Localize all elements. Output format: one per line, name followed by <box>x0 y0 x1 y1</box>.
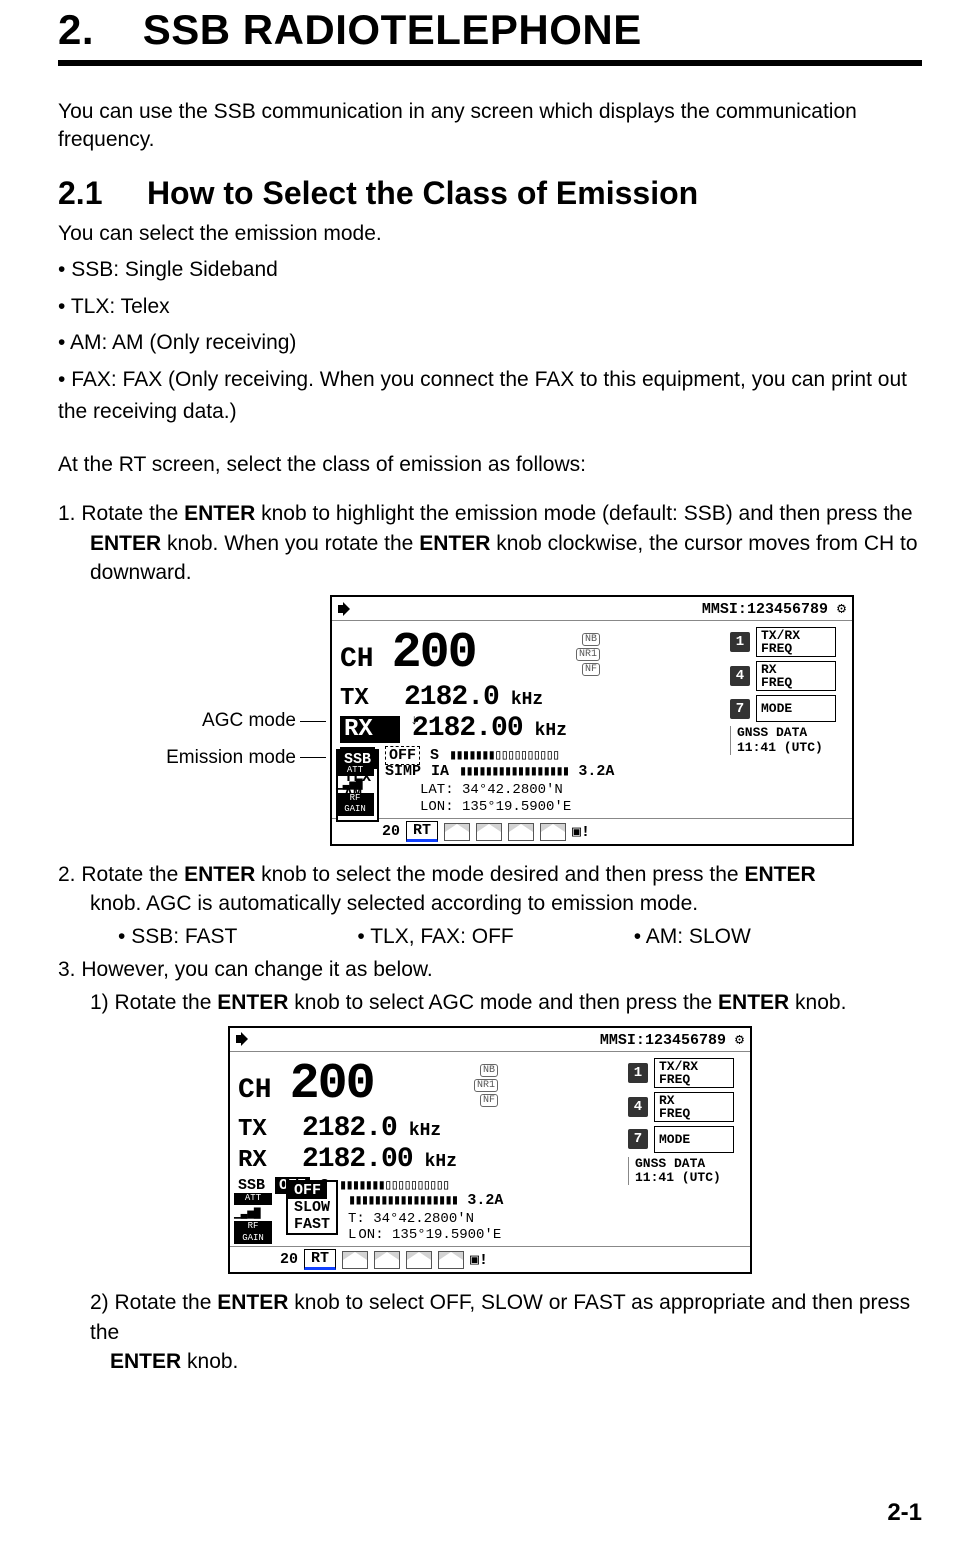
envelope-icon <box>406 1251 432 1269</box>
softkey: 1 TX/RXFREQ <box>730 627 848 657</box>
callout-agc: AGC mode <box>126 703 326 739</box>
modes-intro: You can select the emission mode. <box>58 218 922 251</box>
lcd-screenshot: MMSI:123456789 ⚙ NB NR1 NF CH 200 TX 2 <box>228 1026 752 1275</box>
agc-defaults: SSB: FAST TLX, FAX: OFF AM: SLOW <box>58 925 922 949</box>
intro-paragraph: You can use the SSB communication in any… <box>58 98 922 155</box>
mode-item: • FAX: FAX (Only receiving. When you con… <box>58 364 922 429</box>
envelope-icon <box>540 823 566 841</box>
filter-pills: NB NR1 NF <box>576 633 600 678</box>
envelope-icon <box>444 823 470 841</box>
envelope-icon <box>476 823 502 841</box>
mode-item: • AM: AM (Only receiving) <box>58 327 922 360</box>
alert-icon: ▣! <box>572 822 590 841</box>
page-number: 2-1 <box>887 1499 922 1527</box>
step-2: 2. Rotate the ENTER knob to select the m… <box>58 860 922 919</box>
mode-item: • SSB: Single Sideband <box>58 254 922 287</box>
chapter-number: 2. <box>58 6 94 53</box>
chapter-heading: 2. SSB RADIOTELEPHONE <box>58 0 922 54</box>
callout-emission: Emission mode <box>126 740 326 776</box>
softkey: 4 RXFREQ <box>730 661 848 691</box>
section-title: How to Select the Class of Emission <box>147 175 698 211</box>
rt-tab: RT <box>304 1249 336 1270</box>
ch-label: CH <box>340 644 374 675</box>
figure-emission-mode: AGC mode Emission mode MMSI:123456789 ⚙ … <box>58 595 922 846</box>
section-heading: 2.1 How to Select the Class of Emission <box>58 175 922 212</box>
envelope-icon <box>374 1251 400 1269</box>
procedure-intro: At the RT screen, select the class of em… <box>58 451 922 479</box>
step-3-2: 2) Rotate the ENTER knob to select OFF, … <box>58 1288 922 1376</box>
ch-value: 200 <box>392 625 476 682</box>
filter-pills: NB NR1 NF <box>474 1064 498 1109</box>
speaker-icon <box>338 602 354 616</box>
figure-agc-mode: MMSI:123456789 ⚙ NB NR1 NF CH 200 TX 2 <box>58 1026 922 1275</box>
step-3-1: 1) Rotate the ENTER knob to select AGC m… <box>58 988 922 1017</box>
alert-icon: ▣! <box>470 1250 488 1269</box>
lcd-screenshot: MMSI:123456789 ⚙ NB NR1 NF CH 200 <box>330 595 854 846</box>
rt-tab: RT <box>406 821 438 842</box>
chapter-title: SSB RADIOTELEPHONE <box>143 6 642 53</box>
envelope-icon <box>342 1251 368 1269</box>
speaker-icon <box>236 1032 252 1046</box>
mode-item: • TLX: Telex <box>58 291 922 324</box>
softkey: 7 MODE <box>730 695 848 722</box>
step-1: 1. Rotate the ENTER knob to highlight th… <box>58 499 922 587</box>
step-3: 3. However, you can change it as below. <box>58 955 922 984</box>
envelope-icon <box>438 1251 464 1269</box>
chapter-rule <box>58 60 922 66</box>
envelope-icon <box>508 823 534 841</box>
figure-callouts: AGC mode Emission mode <box>126 595 330 775</box>
section-number: 2.1 <box>58 175 102 211</box>
agc-dropdown: OFF SLOW FAST <box>286 1180 338 1236</box>
